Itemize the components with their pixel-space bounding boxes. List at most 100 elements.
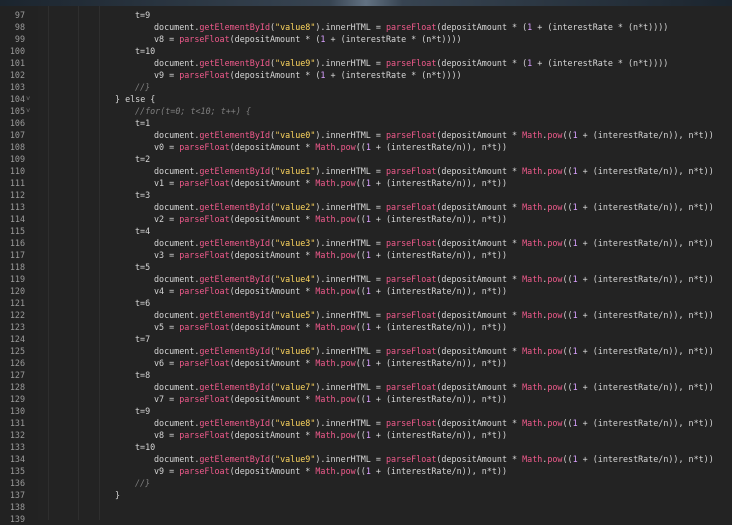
line-number: 130 xyxy=(9,406,25,416)
line-number: 133 xyxy=(9,442,25,452)
line-number: 114 xyxy=(9,214,25,224)
line-number: 108 xyxy=(9,142,25,152)
code-line[interactable]: 107 document.getElementById("value0").inn… xyxy=(0,129,732,141)
code-text: //} xyxy=(135,82,151,92)
code-line[interactable]: 138 xyxy=(0,501,732,513)
fold-caret-icon[interactable]: ˅ xyxy=(26,93,30,105)
code-line[interactable]: 110 document.getElementById("value1").inn… xyxy=(0,165,732,177)
fold-caret-icon[interactable]: ˅ xyxy=(26,105,30,117)
line-number: 99 xyxy=(14,34,25,44)
code-line[interactable]: 102 v9 = parseFloat(depositAmount * (1 + … xyxy=(0,69,732,81)
code-line[interactable]: 113 document.getElementById("value2").inn… xyxy=(0,201,732,213)
line-number: 119 xyxy=(9,274,25,284)
code-line[interactable]: 123 v5 = parseFloat(depositAmount * Math.… xyxy=(0,321,732,333)
code-text: v4 = parseFloat(depositAmount * Math.pow… xyxy=(154,286,507,296)
code-line[interactable]: 106 t=1 xyxy=(0,117,732,129)
code-text: //for(t=0; t<10; t++) { xyxy=(135,106,251,116)
code-text: v9 = parseFloat(depositAmount * (1 + (in… xyxy=(154,70,462,80)
line-number: 113 xyxy=(9,202,25,212)
code-text: //} xyxy=(135,478,151,488)
code-text: t=7 xyxy=(135,334,151,344)
code-line[interactable]: 99 v8 = parseFloat(depositAmount * (1 + (… xyxy=(0,33,732,45)
code-editor[interactable]: 97 t=9 98 document.getElementById("value8")… xyxy=(0,9,732,525)
code-line[interactable]: 139 xyxy=(0,513,732,525)
code-line[interactable]: 101 document.getElementById("value9").inn… xyxy=(0,57,732,69)
code-line[interactable]: 116 document.getElementById("value3").inn… xyxy=(0,237,732,249)
code-line[interactable]: 120 v4 = parseFloat(depositAmount * Math.… xyxy=(0,285,732,297)
code-text: t=4 xyxy=(135,226,151,236)
code-line[interactable]: 108 v0 = parseFloat(depositAmount * Math.… xyxy=(0,141,732,153)
window-top-strip xyxy=(0,0,732,6)
line-number: 134 xyxy=(9,454,25,464)
line-number: 138 xyxy=(9,502,25,512)
code-text: document.getElementById("value5").innerH… xyxy=(154,310,714,320)
code-line[interactable]: 134 document.getElementById("value9").inn… xyxy=(0,453,732,465)
code-line[interactable]: 119 document.getElementById("value4").inn… xyxy=(0,273,732,285)
code-text: t=9 xyxy=(135,10,151,20)
line-number: 129 xyxy=(9,394,25,404)
code-line[interactable]: 135 v9 = parseFloat(depositAmount * Math.… xyxy=(0,465,732,477)
line-number: 115 xyxy=(9,226,25,236)
code-text: t=3 xyxy=(135,190,151,200)
code-line[interactable]: 117 v3 = parseFloat(depositAmount * Math.… xyxy=(0,249,732,261)
code-line[interactable]: 97 t=9 xyxy=(0,9,732,21)
code-text: v9 = parseFloat(depositAmount * Math.pow… xyxy=(154,466,507,476)
code-line[interactable]: 124 t=7 xyxy=(0,333,732,345)
code-text: } else { xyxy=(115,94,156,104)
code-line[interactable]: 136 //} xyxy=(0,477,732,489)
code-line[interactable]: 127 t=8 xyxy=(0,369,732,381)
code-line[interactable]: 103 //} xyxy=(0,81,732,93)
code-text: v1 = parseFloat(depositAmount * Math.pow… xyxy=(154,178,507,188)
code-text: document.getElementById("value4").innerH… xyxy=(154,274,714,284)
line-number: 120 xyxy=(9,286,25,296)
line-number: 137 xyxy=(9,490,25,500)
line-number: 106 xyxy=(9,118,25,128)
code-line[interactable]: 132 v8 = parseFloat(depositAmount * Math.… xyxy=(0,429,732,441)
code-text: t=9 xyxy=(135,406,151,416)
code-line[interactable]: 133 t=10 xyxy=(0,441,732,453)
line-number: 104 xyxy=(9,94,25,104)
code-line[interactable]: 109 t=2 xyxy=(0,153,732,165)
code-text: v2 = parseFloat(depositAmount * Math.pow… xyxy=(154,214,507,224)
code-text: document.getElementById("value9").innerH… xyxy=(154,454,714,464)
code-line[interactable]: 125 document.getElementById("value6").inn… xyxy=(0,345,732,357)
code-line[interactable]: 111 v1 = parseFloat(depositAmount * Math.… xyxy=(0,177,732,189)
line-number: 105 xyxy=(9,106,25,116)
code-line[interactable]: 128 document.getElementById("value7").inn… xyxy=(0,381,732,393)
code-line[interactable]: 104 ˅ } else { xyxy=(0,93,732,105)
code-line[interactable]: 137} xyxy=(0,489,732,501)
code-line[interactable]: 100 t=10 xyxy=(0,45,732,57)
code-line[interactable]: 131 document.getElementById("value8").inn… xyxy=(0,417,732,429)
code-line[interactable]: 130 t=9 xyxy=(0,405,732,417)
code-line[interactable]: 121 t=6 xyxy=(0,297,732,309)
line-number: 118 xyxy=(9,262,25,272)
code-text: v7 = parseFloat(depositAmount * Math.pow… xyxy=(154,394,507,404)
code-line[interactable]: 115 t=4 xyxy=(0,225,732,237)
code-line[interactable]: 105 ˅ //for(t=0; t<10; t++) { xyxy=(0,105,732,117)
line-number: 101 xyxy=(9,58,25,68)
line-number: 124 xyxy=(9,334,25,344)
code-text: document.getElementById("value0").innerH… xyxy=(154,130,714,140)
code-line[interactable]: 129 v7 = parseFloat(depositAmount * Math.… xyxy=(0,393,732,405)
code-line[interactable]: 114 v2 = parseFloat(depositAmount * Math.… xyxy=(0,213,732,225)
code-text: document.getElementById("value8").innerH… xyxy=(154,418,714,428)
code-line[interactable]: 98 document.getElementById("value8").inne… xyxy=(0,21,732,33)
code-line[interactable]: 112 t=3 xyxy=(0,189,732,201)
line-number: 116 xyxy=(9,238,25,248)
code-text: document.getElementById("value9").innerH… xyxy=(154,58,669,68)
code-text: document.getElementById("value6").innerH… xyxy=(154,346,714,356)
line-number: 123 xyxy=(9,322,25,332)
line-number: 102 xyxy=(9,70,25,80)
code-text: document.getElementById("value1").innerH… xyxy=(154,166,714,176)
line-number: 128 xyxy=(9,382,25,392)
code-line[interactable]: 126 v6 = parseFloat(depositAmount * Math.… xyxy=(0,357,732,369)
line-number: 111 xyxy=(9,178,25,188)
line-number: 97 xyxy=(14,10,25,20)
code-line[interactable]: 122 document.getElementById("value5").inn… xyxy=(0,309,732,321)
code-line[interactable]: 118 t=5 xyxy=(0,261,732,273)
code-text: v8 = parseFloat(depositAmount * (1 + (in… xyxy=(154,34,462,44)
line-number: 135 xyxy=(9,466,25,476)
line-number: 98 xyxy=(14,22,25,32)
line-number: 107 xyxy=(9,130,25,140)
code-text: t=10 xyxy=(135,46,156,56)
